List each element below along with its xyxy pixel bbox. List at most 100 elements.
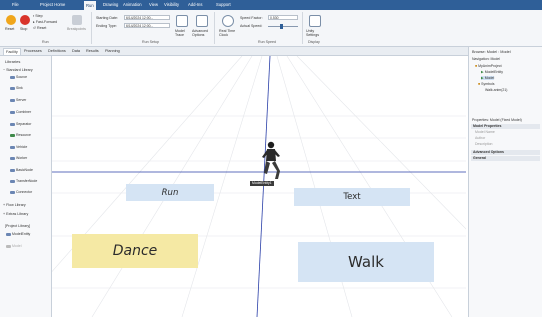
ending-type-label: Ending Type: <box>96 24 117 28</box>
advanced-options-button[interactable]: Advanced Options <box>192 29 208 37</box>
library-item-worker[interactable]: Worker <box>10 156 27 160</box>
tab-results[interactable]: Results <box>84 48 101 55</box>
vehicle-icon <box>10 145 15 149</box>
sink-icon <box>10 86 15 90</box>
text-tile[interactable]: Text <box>294 188 410 206</box>
facility-canvas[interactable]: Run Text Dance Walk ModelEntity1 <box>52 56 466 317</box>
library-item-resource[interactable]: Resource <box>10 133 31 137</box>
menu-run[interactable]: Run <box>84 1 96 10</box>
properties-title: Properties: Model (Fixed Model) <box>472 118 522 122</box>
tree-item-model[interactable]: ▶ Model <box>481 76 495 80</box>
prop-model-name[interactable]: Model Name <box>475 130 495 134</box>
project-library-header[interactable]: [Project Library] <box>5 224 30 228</box>
section-advanced-options[interactable]: Advanced Options <box>471 150 540 155</box>
model-trace-button[interactable]: Model Trace <box>175 29 185 37</box>
menu-animation[interactable]: Animation <box>121 2 144 8</box>
actual-speed-label: Actual Speed: <box>240 24 263 28</box>
tree-item-project[interactable]: ■ MyAnimProject <box>475 64 502 68</box>
group-display-label: Display <box>308 40 320 44</box>
ribbon: Reset Stop ▪ Step ▸ Fast-Forward ↺ Reset… <box>0 10 542 47</box>
menu-bar: File Project Home Run Drawing Animation … <box>0 0 542 10</box>
flow-library-header[interactable]: + Flow Library <box>3 203 26 207</box>
unity-settings-icon[interactable] <box>309 15 321 27</box>
menu-support[interactable]: Support <box>214 2 233 8</box>
tab-facility[interactable]: Facility <box>3 48 21 55</box>
speed-slider-handle[interactable] <box>280 24 283 29</box>
prop-author[interactable]: Author <box>475 136 485 140</box>
library-item-vehicle[interactable]: Vehicle <box>10 145 27 149</box>
character-label: ModelEntity1 <box>250 181 274 186</box>
resource-icon <box>10 133 15 137</box>
tree-item-walk-anim[interactable]: Walk.anim(21) <box>485 88 507 92</box>
library-panel: Libraries − Standard Library Source Sink… <box>0 56 52 317</box>
real-time-clock-button[interactable]: Real Time Clock <box>219 29 235 37</box>
unity-settings-button[interactable]: Unity Settings <box>306 29 319 37</box>
menu-drawing[interactable]: Drawing <box>101 2 120 8</box>
view-tabs: Facility Processes Definitions Data Resu… <box>0 47 542 56</box>
z-axis-line <box>256 56 271 317</box>
model-trace-icon[interactable] <box>176 15 188 27</box>
separator-icon <box>10 122 15 126</box>
extras-library-header[interactable]: + Extras Library <box>3 212 28 216</box>
character-figure[interactable] <box>256 141 286 183</box>
tab-data[interactable]: Data <box>70 48 82 55</box>
clock-icon[interactable] <box>222 15 234 27</box>
source-icon <box>10 75 15 79</box>
separator <box>91 12 92 44</box>
server-icon <box>10 98 15 102</box>
step-button[interactable]: ▪ Step <box>33 14 43 18</box>
library-item-transfernode[interactable]: TransferNode <box>10 179 37 183</box>
group-run-label: Run <box>42 40 49 44</box>
fast-forward-button[interactable]: ▸ Fast-Forward <box>33 20 57 24</box>
group-run-speed-label: Run Speed <box>258 40 276 44</box>
ending-type-field[interactable]: 6/14/2024 12:00... <box>124 23 170 28</box>
library-item-source[interactable]: Source <box>10 75 27 79</box>
tree-item-symbols[interactable]: ■ Symbols <box>478 82 495 86</box>
worker-icon <box>10 156 15 160</box>
menu-visibility[interactable]: Visibility <box>162 2 181 8</box>
walk-tile[interactable]: Walk <box>298 242 434 282</box>
starting-date-field[interactable]: 6/14/2024 12:00... <box>124 15 170 20</box>
tab-planning[interactable]: Planning <box>103 48 122 55</box>
libraries-title: Libraries <box>5 59 21 64</box>
library-item-modelentity[interactable]: ModelEntity <box>6 232 30 236</box>
library-item-model[interactable]: Model <box>6 244 22 248</box>
starting-date-label: Starting Date: <box>96 16 118 20</box>
standard-library-header[interactable]: − Standard Library <box>3 68 33 72</box>
library-item-combiner[interactable]: Combiner <box>10 110 31 114</box>
menu-file[interactable]: File <box>10 2 21 8</box>
breakpoints-button[interactable]: Breakpoints <box>67 27 86 31</box>
section-general[interactable]: General <box>471 156 540 161</box>
menu-project-home[interactable]: Project Home <box>38 2 67 8</box>
reset-small-button[interactable]: ↺ Reset <box>33 26 46 30</box>
dance-tile[interactable]: Dance <box>72 234 198 268</box>
stop-icon[interactable] <box>20 15 30 25</box>
reset-icon[interactable] <box>6 15 16 25</box>
run-tile[interactable]: Run <box>126 184 214 201</box>
speed-factor-field[interactable]: 0.530 <box>268 15 298 20</box>
speed-slider[interactable] <box>268 26 298 27</box>
menu-add-ins[interactable]: Add-Ins <box>186 2 204 8</box>
library-item-server[interactable]: Server <box>10 98 26 102</box>
library-item-sink[interactable]: Sink <box>10 86 23 90</box>
tab-definitions[interactable]: Definitions <box>46 48 68 55</box>
combiner-icon <box>10 110 15 114</box>
menu-view[interactable]: View <box>147 2 160 8</box>
separator <box>214 12 215 44</box>
speed-factor-label: Speed Factor: <box>240 16 263 20</box>
model-entity-icon <box>6 232 11 236</box>
breakpoints-icon[interactable] <box>72 15 82 25</box>
tab-processes[interactable]: Processes <box>22 48 44 55</box>
connector-icon <box>10 190 15 194</box>
group-run-setup-label: Run Setup <box>142 40 159 44</box>
library-item-connector[interactable]: Connector <box>10 190 32 194</box>
reset-button[interactable]: Reset <box>5 27 14 31</box>
library-item-basicnode[interactable]: BasicNode <box>10 168 33 172</box>
stop-button[interactable]: Stop <box>20 27 27 31</box>
library-item-separator[interactable]: Separator <box>10 122 31 126</box>
tree-item-modelentity[interactable]: ▶ ModelEntity <box>481 70 503 74</box>
section-model-properties[interactable]: Model Properties <box>471 124 540 129</box>
advanced-options-icon[interactable] <box>196 15 208 27</box>
model-icon <box>6 244 11 248</box>
prop-description[interactable]: Description <box>475 142 493 146</box>
